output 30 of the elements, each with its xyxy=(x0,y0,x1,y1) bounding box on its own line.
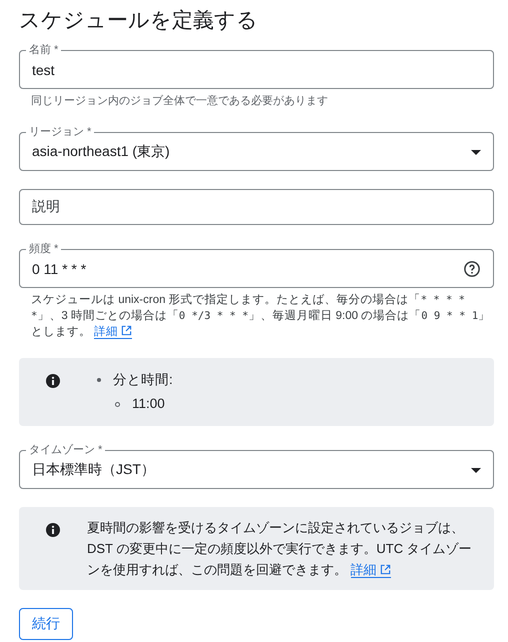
select-field[interactable]: タイムゾーン * 日本標準時（JST） xyxy=(19,444,494,489)
list-item: 分と時間: xyxy=(113,372,173,387)
external-link-icon xyxy=(380,564,391,575)
field-value: test xyxy=(32,62,56,78)
field-value: 日本標準時（JST） xyxy=(32,461,156,479)
external-link-icon xyxy=(121,325,132,336)
continue-button[interactable]: 続行 xyxy=(19,608,73,640)
field-label: 頻度 * xyxy=(28,243,60,255)
page-title: スケジュールを定義する xyxy=(19,8,259,34)
input-field[interactable]: 頻度 * 0 11 * * * xyxy=(19,243,494,288)
help-icon[interactable] xyxy=(463,260,481,278)
select-field[interactable]: リージョン * asia-northeast1 (東京) xyxy=(19,126,494,171)
field-value: 0 11 * * * xyxy=(32,261,88,277)
help-text: スケジュールは unix-cron 形式で指定します。たとえば、毎分の場合は「* * * * *」、3 時間ごとの場合は「0 */3 * * *」、毎週月曜日 9:00 の場合は「0 9 * * 1」とします。 詳細 xyxy=(30,292,492,340)
info-text: 夏時間の影響を受けるタイムゾーンに設定されているジョブは、DST の変更中に一定の頻度以外で実行できます。UTC タイムゾーンを使用すれば、この問題を回避できます。 詳細 xyxy=(87,519,473,580)
input-field[interactable]: 説明 xyxy=(19,189,494,225)
field-label: タイムゾーン * xyxy=(28,444,104,456)
info-icon xyxy=(45,522,61,538)
details-link[interactable]: 詳細 xyxy=(350,562,391,578)
field-value: asia-northeast1 (東京) xyxy=(32,143,171,161)
caret-icon xyxy=(471,150,481,154)
info-icon xyxy=(45,373,61,389)
caret-icon xyxy=(471,468,481,472)
hint-text: 同じリージョン内のジョブ全体で一意である必要があります xyxy=(30,94,329,108)
details-link[interactable]: 詳細 xyxy=(94,326,132,339)
list-item: 11:00 xyxy=(132,396,165,411)
field-label: リージョン * xyxy=(28,126,92,138)
input-field[interactable]: 名前 * test xyxy=(19,44,494,89)
field-placeholder: 説明 xyxy=(32,198,61,216)
field-label: 名前 * xyxy=(28,44,60,56)
